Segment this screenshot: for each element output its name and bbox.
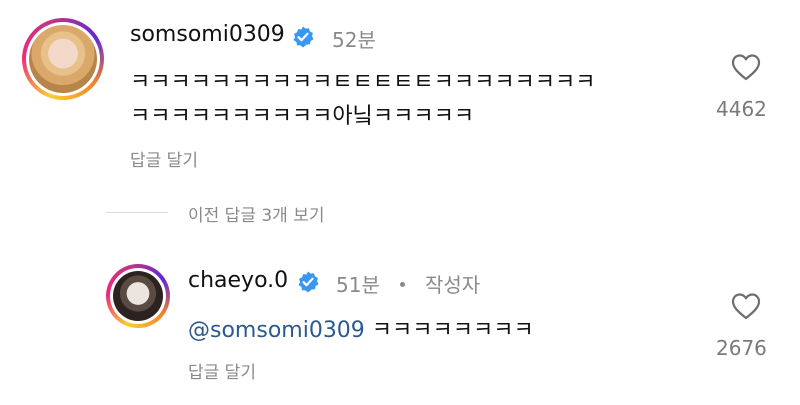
comment-text-line2: ㅋㅋㅋㅋㅋㅋㅋㅋㅋㅋ아닠ㅋㅋㅋㅋㅋ [130,104,475,129]
verified-badge-icon [293,26,314,48]
verified-badge-icon [298,271,319,293]
avatar-photo [29,25,97,93]
comment-time: 52분 [332,28,376,52]
author-badge: 작성자 [425,273,481,297]
reply-time: 51분 [336,273,380,297]
comment-like-count: 4462 [716,97,767,121]
reply-text: @somsomi0309 ㅋㅋㅋㅋㅋㅋㅋㅋ [188,312,534,344]
reply-reply-button[interactable]: 답글 달기 [188,358,256,383]
reply-text-body: ㅋㅋㅋㅋㅋㅋㅋㅋ [364,318,534,343]
view-previous-replies-button[interactable]: 이전 답글 3개 보기 [188,201,325,226]
comment-username[interactable]: somsomi0309 [130,22,285,47]
heart-icon[interactable] [731,53,761,81]
comment-text-line1: ㅋㅋㅋㅋㅋㅋㅋㅋㅋㅋㅌㅌㅌㅌㅌㅋㅋㅋㅋㅋㅋㅋㅋ [130,70,596,95]
mention-link[interactable]: @somsomi0309 [188,318,365,343]
reply-like-count: 2676 [716,336,767,360]
reply-button[interactable]: 답글 달기 [130,146,198,171]
replies-divider-line [106,212,168,213]
reply-avatar[interactable] [106,264,170,328]
reply-avatar-photo [113,271,163,321]
separator-dot [400,282,405,287]
avatar[interactable] [22,18,104,100]
heart-icon[interactable] [731,292,761,320]
reply-username[interactable]: chaeyo.0 [188,268,288,293]
